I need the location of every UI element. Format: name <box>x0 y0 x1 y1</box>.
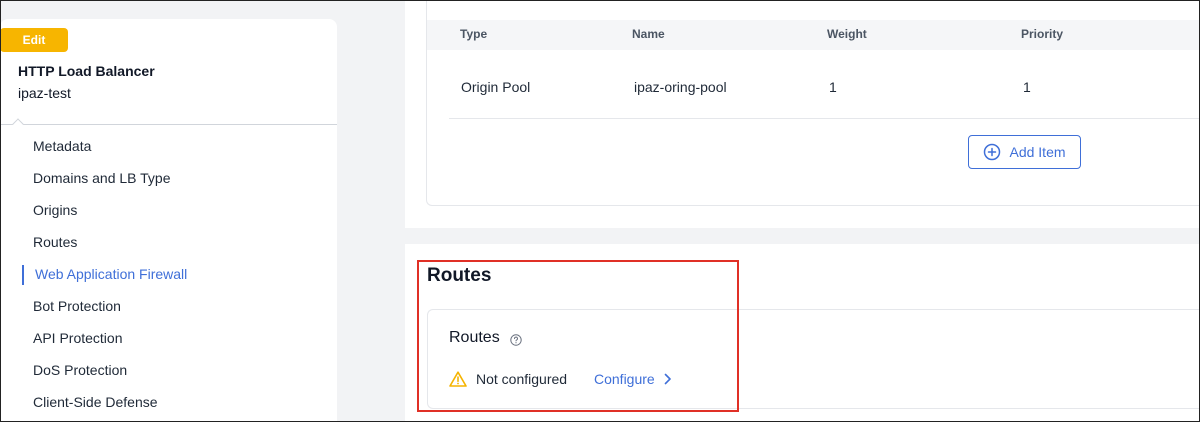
plus-circle-icon <box>984 143 1001 161</box>
column-header-type: Type <box>460 27 488 41</box>
column-header-name: Name <box>632 27 665 41</box>
edit-badge: Edit <box>0 28 68 52</box>
routes-field-box <box>427 309 1200 409</box>
sidebar-item-api-protection[interactable]: API Protection <box>0 325 337 357</box>
sidebar-item-origins[interactable]: Origins <box>0 197 337 229</box>
chevron-right-icon <box>664 373 671 385</box>
routes-field-label: Routes <box>449 329 500 346</box>
row-divider <box>449 118 1200 119</box>
configure-link[interactable]: Configure <box>594 371 672 387</box>
sidebar-item-dos-protection[interactable]: DoS Protection <box>0 357 337 389</box>
object-type-title: HTTP Load Balancer <box>18 63 155 79</box>
warning-triangle-icon <box>449 371 467 387</box>
column-header-priority: Priority <box>1021 27 1064 41</box>
sidebar-divider <box>0 124 337 125</box>
column-header-weight: Weight <box>827 27 867 41</box>
cell-name[interactable]: ipaz-oring-pool <box>634 79 727 95</box>
sidebar-item-waf[interactable]: Web Application Firewall <box>0 261 337 293</box>
add-item-label: Add Item <box>1009 144 1066 160</box>
cell-priority[interactable]: 1 <box>1023 79 1031 95</box>
cell-weight[interactable]: 1 <box>829 79 837 95</box>
routes-status: Not configured <box>476 371 568 387</box>
help-circle-icon[interactable] <box>510 334 522 346</box>
sidebar-nav: Metadata Domains and LB Type Origins Rou… <box>0 133 337 421</box>
routes-section-title: Routes <box>427 265 492 286</box>
cell-type[interactable]: Origin Pool <box>461 79 530 95</box>
configure-label: Configure <box>594 371 655 387</box>
object-name: ipaz-test <box>18 85 71 101</box>
sidebar-item-bot-protection[interactable]: Bot Protection <box>0 293 337 325</box>
add-item-button[interactable]: Add Item <box>968 135 1081 169</box>
sidebar-item-client-side-defense[interactable]: Client-Side Defense <box>0 389 337 421</box>
sidebar-item-domains[interactable]: Domains and LB Type <box>0 165 337 197</box>
table-header <box>427 20 1200 50</box>
sidebar-item-routes[interactable]: Routes <box>0 229 337 261</box>
sidebar-item-metadata[interactable]: Metadata <box>0 133 337 165</box>
